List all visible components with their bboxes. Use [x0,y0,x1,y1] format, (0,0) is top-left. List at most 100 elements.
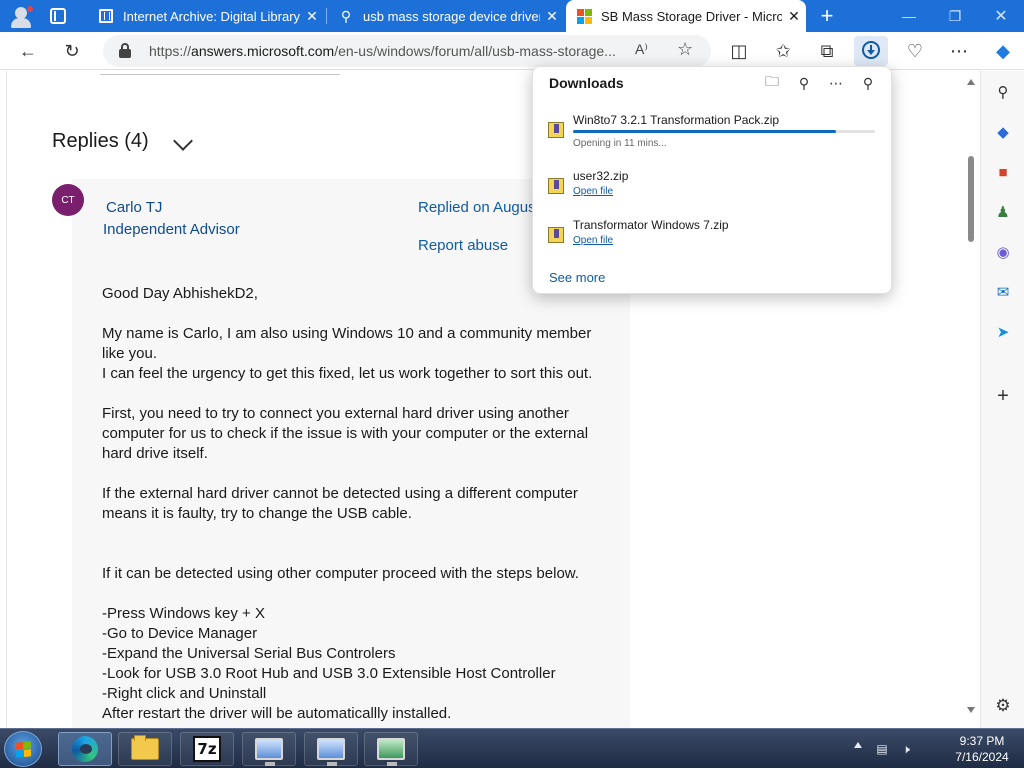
reply-line: If it can be detected using other comput… [102,565,579,582]
reply-line [102,524,612,544]
download-status: Opening in 11 mins... [573,138,667,149]
reply-line: -Expand the Universal Serial Bus Control… [102,645,396,662]
add-sidebar-app-icon[interactable]: + [992,385,1014,407]
copilot-icon[interactable]: ◆ [988,36,1018,66]
maximize-button[interactable]: ❐ [932,0,978,32]
tools-icon[interactable]: ■ [992,161,1014,183]
see-more-link[interactable]: See more [549,270,605,285]
download-item[interactable]: user32.zip Open file [533,169,893,209]
profile-icon[interactable] [8,4,34,28]
new-tab-button[interactable]: + [814,3,840,29]
replies-heading: Replies (4) [52,130,149,152]
microsoft-365-icon[interactable]: ◉ [992,241,1014,263]
close-tab-icon[interactable]: ✕ [300,8,324,25]
scrollbar-thumb[interactable] [968,156,974,242]
reply-line: -Right click and Uninstall [102,685,267,702]
read-aloud-icon[interactable]: A⁾ [635,41,648,58]
taskbar-7zip[interactable]: 7z [180,732,234,766]
chevron-down-icon[interactable] [173,131,193,151]
folder-icon [131,735,159,760]
scroll-up-arrow[interactable] [967,79,975,85]
tab-bing-search[interactable]: ⚲ usb mass storage device driver ✕ [328,0,564,32]
zip-file-icon [548,178,564,194]
url-text[interactable]: https://answers.microsoft.com/en-us/wind… [149,43,616,59]
reply-line [102,544,612,564]
reply-line [102,464,612,484]
more-menu-icon[interactable]: ⋯ [944,36,974,66]
pin-icon[interactable]: ⚲ [857,73,879,93]
taskbar-edge[interactable] [58,732,112,766]
download-filename: Transformator Windows 7.zip [573,218,729,232]
download-item[interactable]: Transformator Windows 7.zip Open file [533,218,893,258]
scroll-down-arrow[interactable] [967,707,975,713]
outlook-icon[interactable]: ✉ [992,281,1014,303]
downloads-button[interactable] [854,36,888,66]
lock-icon[interactable] [119,43,131,58]
author-role[interactable]: Independent Advisor [103,221,240,238]
monitor-icon [377,738,405,766]
reply-line: means it is faulty, try to change the US… [102,505,412,522]
refresh-button[interactable]: ↻ [57,36,87,66]
collections-icon[interactable]: ⧉ [812,36,842,66]
microsoft-icon [576,8,592,24]
search-icon[interactable]: ⚲ [992,81,1014,103]
close-tab-icon[interactable]: ✕ [782,8,806,25]
avatar[interactable]: CT [52,184,84,216]
back-button[interactable]: ← [13,36,43,66]
reply-line: hard drive itself. [102,445,208,462]
reply-line [102,384,612,404]
close-tab-icon[interactable]: ✕ [540,8,564,25]
tab-divider [326,8,327,24]
reply-line: like you. [102,345,158,362]
taskbar-device-manager[interactable] [242,732,296,766]
drop-icon[interactable]: ➤ [992,321,1014,343]
split-screen-icon[interactable]: ◫ [724,36,754,66]
zip-file-icon [548,227,564,243]
search-downloads-icon[interactable]: ⚲ [793,73,815,93]
open-file-link[interactable]: Open file [573,235,613,246]
start-button[interactable] [4,731,42,767]
download-item[interactable]: Win8to7 3.2.1 Transformation Pack.zip Op… [533,113,893,153]
reply-line: -Go to Device Manager [102,625,258,642]
open-downloads-folder-icon[interactable]: 🗀 [761,73,783,93]
search-icon: ⚲ [340,7,352,24]
reply-date: Replied on Augus [418,199,536,216]
clock[interactable]: 9:37 PM 7/16/2024 [950,733,1014,765]
shopping-tag-icon[interactable]: ◆ [992,121,1014,143]
more-options-icon[interactable]: ⋯ [825,73,847,93]
address-bar[interactable]: https://answers.microsoft.com/en-us/wind… [103,35,711,67]
games-icon[interactable]: ♟ [992,201,1014,223]
clock-time: 9:37 PM [959,734,1005,748]
speaker-muted-icon[interactable]: 🕨 [898,741,914,757]
reply-line: My name is Carlo, I am also using Window… [102,325,592,342]
close-window-button[interactable]: ✕ [978,0,1024,32]
sidebar-settings-gear-icon[interactable]: ⚙ [992,695,1014,717]
minimize-button[interactable]: — [886,0,932,32]
author-name[interactable]: Carlo TJ [106,199,162,216]
download-progress-fill [573,130,836,133]
tab-internet-archive[interactable]: Internet Archive: Digital Library ✕ [88,0,324,32]
tab-title: usb mass storage device driver [363,8,540,24]
reply-line: If the external hard driver cannot be de… [102,485,578,502]
open-file-link[interactable]: Open file [573,186,613,197]
vertical-scrollbar[interactable] [962,71,980,728]
favorites-icon[interactable]: ✩ [768,36,798,66]
tab-title: Internet Archive: Digital Library [123,8,300,24]
computer-icon [255,738,283,766]
taskbar-desktop[interactable] [364,732,418,766]
taskbar: 7z ▤ 🕨 9:37 PM 7/16/2024 [0,728,1024,768]
report-abuse-link[interactable]: Report abuse [418,237,508,254]
browser-essentials-icon[interactable]: ♡ [900,36,930,66]
tab-actions-icon[interactable] [50,8,66,24]
taskbar-file-explorer[interactable] [118,732,172,766]
show-hidden-icons-arrow[interactable] [854,742,862,748]
network-icon[interactable]: ▤ [874,741,890,757]
download-filename: Win8to7 3.2.1 Transformation Pack.zip [573,113,780,127]
display-icon [317,738,345,766]
downloads-flyout: Downloads 🗀 ⚲ ⋯ ⚲ Win8to7 3.2.1 Transfor… [532,66,892,294]
favorite-star-icon[interactable]: ☆ [677,39,693,60]
taskbar-system[interactable] [304,732,358,766]
divider [6,71,7,728]
tab-microsoft-answers[interactable]: SB Mass Storage Driver - Micro ✕ [566,0,806,32]
system-tray: ▤ 🕨 9:37 PM 7/16/2024 [854,729,1024,769]
